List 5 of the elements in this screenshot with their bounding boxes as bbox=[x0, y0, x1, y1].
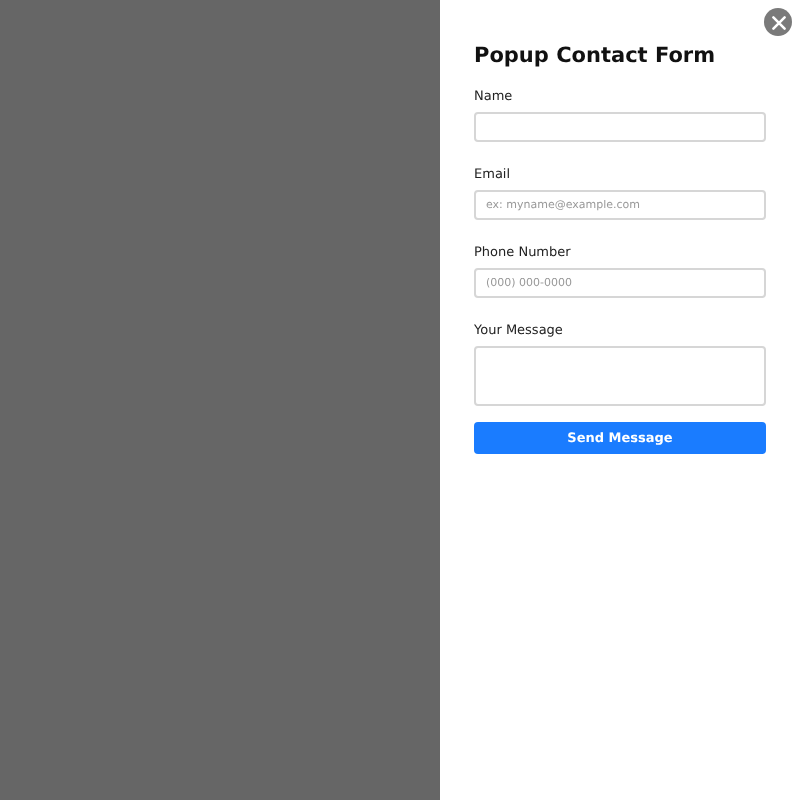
form-title: Popup Contact Form bbox=[474, 44, 718, 68]
message-field[interactable] bbox=[474, 346, 766, 406]
close-button[interactable] bbox=[764, 8, 792, 36]
close-icon bbox=[771, 15, 785, 29]
input-field[interactable] bbox=[474, 112, 766, 142]
